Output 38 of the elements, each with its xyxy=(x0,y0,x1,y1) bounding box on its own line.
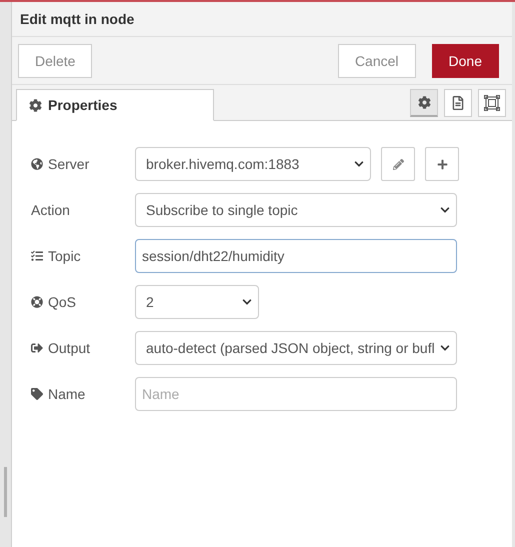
field-label: Output xyxy=(48,340,90,356)
document-icon xyxy=(451,96,465,110)
pencil-icon xyxy=(392,158,404,170)
field-label: Action xyxy=(31,202,70,218)
sign-out-icon xyxy=(31,342,43,354)
add-button[interactable] xyxy=(425,147,459,181)
chevron-icon xyxy=(440,205,450,215)
chevron-icon xyxy=(242,297,252,307)
chevron-icon xyxy=(440,343,450,353)
list-icon xyxy=(31,250,43,262)
dropdown[interactable]: broker.hivemq.com:1883 xyxy=(135,147,371,181)
chevron-icon xyxy=(354,159,364,169)
field-label: QoS xyxy=(48,294,76,310)
cancel-button[interactable]: Cancel xyxy=(338,44,416,78)
field-label: Name xyxy=(48,386,86,402)
scrollbar[interactable] xyxy=(4,467,7,517)
done-button[interactable]: Done xyxy=(432,44,499,78)
dropdown[interactable]: 2 xyxy=(135,285,259,319)
frame-icon xyxy=(484,94,500,110)
text-field[interactable]: session/dht22/humidity xyxy=(135,239,457,273)
text-field[interactable]: Name xyxy=(135,377,457,411)
tab-button[interactable] xyxy=(444,88,472,116)
window-title: Edit mqtt in node xyxy=(20,11,134,27)
dropdown[interactable]: Subscribe to single topic xyxy=(135,193,457,227)
tag-icon xyxy=(31,388,43,400)
life-ring-icon xyxy=(31,296,43,308)
edit-button[interactable] xyxy=(381,147,415,181)
field-label: Topic xyxy=(48,248,81,264)
properties-tab[interactable]: Properties xyxy=(16,89,214,121)
settings-icon xyxy=(418,96,430,108)
dropdown[interactable]: auto-detect (parsed JSON object, string or bufl xyxy=(135,331,457,365)
tab-button[interactable] xyxy=(410,88,438,116)
tab-button[interactable] xyxy=(478,88,506,116)
delete-button[interactable]: Delete xyxy=(18,44,92,78)
settings-icon xyxy=(29,98,42,112)
globe-icon xyxy=(31,158,43,170)
plus-icon xyxy=(436,158,448,170)
field-label: Server xyxy=(48,156,90,172)
